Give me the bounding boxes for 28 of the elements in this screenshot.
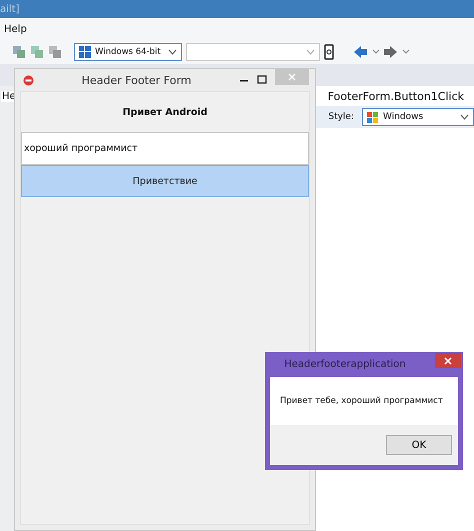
- dialog-title: Headerfooterapplication: [284, 359, 407, 370]
- caret-icon: [460, 114, 469, 120]
- caret-icon: [306, 49, 315, 55]
- caret-icon: [168, 49, 177, 55]
- phone-icon[interactable]: [324, 44, 334, 60]
- window-title: ailt]: [0, 4, 20, 14]
- platform-combo[interactable]: Windows 64-bit: [74, 43, 182, 61]
- style-combo[interactable]: Windows: [362, 108, 474, 126]
- menu-item[interactable]: Help: [4, 24, 27, 34]
- style-label: Style:: [328, 112, 354, 122]
- copy-icon[interactable]: [48, 45, 62, 59]
- maximize-icon[interactable]: [257, 75, 267, 85]
- dialog-message: Привет тебе, хороший программист: [280, 396, 443, 406]
- greet-button[interactable]: Приветствие: [21, 165, 309, 197]
- app-icon: [23, 74, 34, 86]
- copy-icon[interactable]: [12, 45, 26, 59]
- ok-button[interactable]: OK: [386, 435, 452, 455]
- windows-logo-icon: [367, 112, 379, 122]
- close-icon: [288, 73, 296, 81]
- windows-icon: [79, 46, 91, 58]
- greeting-label: Привет Android: [122, 106, 208, 120]
- close-button[interactable]: [435, 353, 461, 368]
- editor-text: FooterForm.Button1Click: [328, 90, 464, 102]
- back-arrow-icon[interactable]: [354, 46, 380, 58]
- name-field[interactable]: хороший программист: [21, 132, 309, 165]
- close-icon: [444, 356, 452, 364]
- forward-arrow-icon[interactable]: [384, 46, 410, 58]
- window-title: Header Footer Form: [80, 74, 192, 86]
